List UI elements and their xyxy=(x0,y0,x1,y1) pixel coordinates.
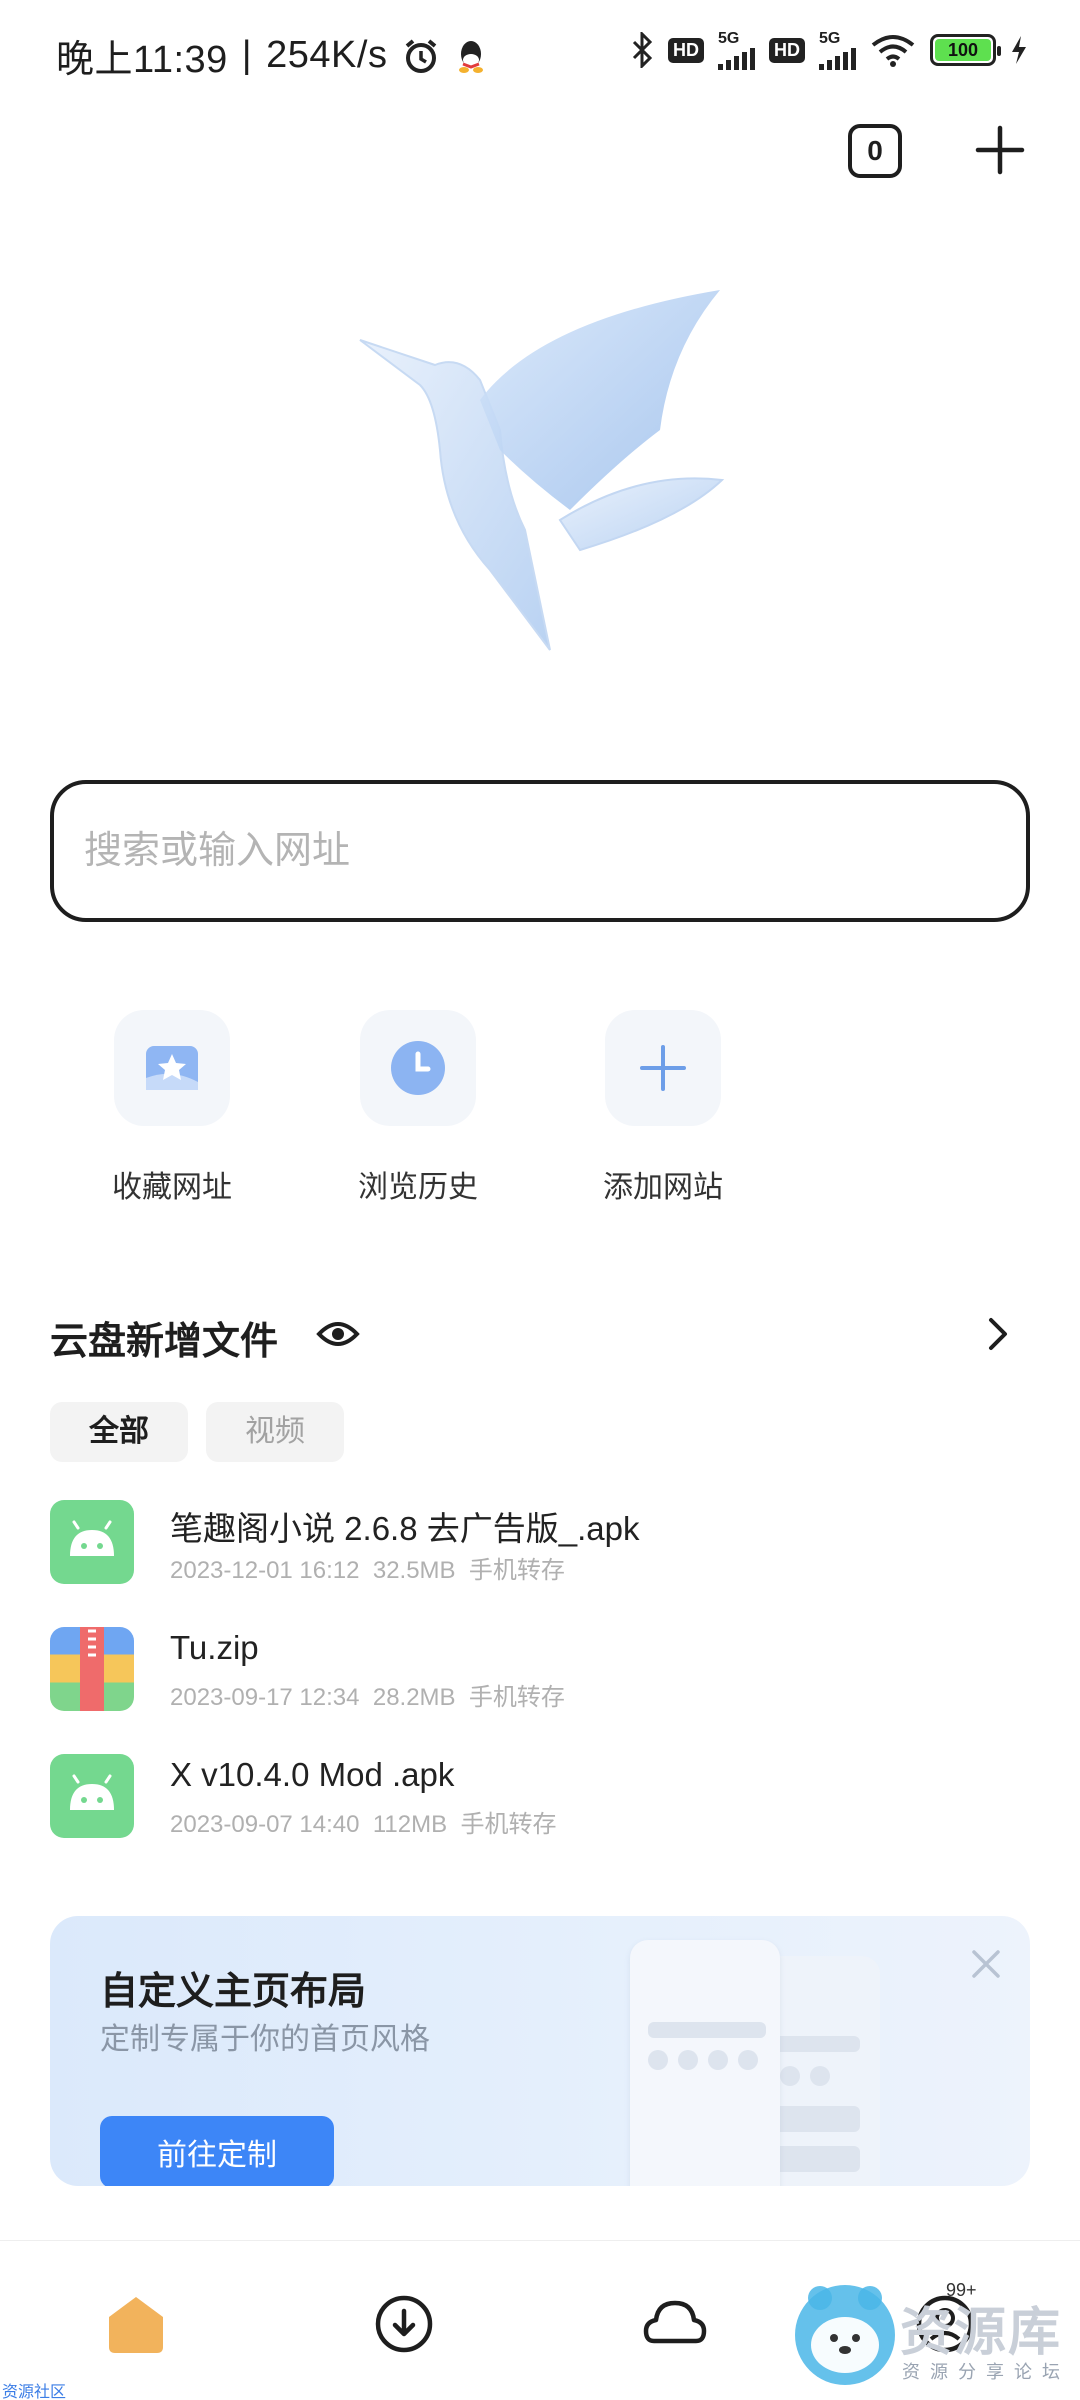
banner-subtitle: 定制专属于你的首页风格 xyxy=(100,2023,430,2056)
watermark-title: 资源库 xyxy=(900,2304,1063,2362)
signal-bars-1-icon xyxy=(718,48,755,70)
customize-banner: 自定义主页布局 定制专属于你的首页风格 前往定制 xyxy=(50,1916,1030,2186)
file-date: 2023-09-07 14:40 xyxy=(170,1811,360,1838)
quick-action-label: 浏览历史 xyxy=(358,1171,478,1204)
file-size: 32.5MB xyxy=(372,1557,456,1584)
chevron-right-icon[interactable] xyxy=(980,1314,1014,1354)
file-meta: 2023-09-07 14:40 112MB 手机转存 xyxy=(170,1804,556,1839)
status-left: 晚上11:39 | 254K/s xyxy=(56,28,487,83)
file-name: Tu.zip xyxy=(170,1629,259,1666)
battery-icon: 100 xyxy=(930,34,1001,66)
quick-action-bookmarks[interactable]: 收藏网址 xyxy=(87,1010,257,1206)
file-size: 112MB xyxy=(372,1811,448,1838)
status-divider: | xyxy=(241,34,253,76)
quick-action-add-site[interactable]: 添加网站 xyxy=(578,1010,748,1206)
file-name: 笔趣阁小说 2.6.8 去广告版_.apk xyxy=(170,1510,640,1547)
file-source: 手机转存 xyxy=(468,1557,565,1584)
search-bar[interactable] xyxy=(50,780,1030,922)
network-type-1: 5G xyxy=(718,30,740,47)
browser-bird-logo xyxy=(359,290,725,651)
watermark-subtitle: 资源分享论坛 xyxy=(902,2362,1070,2382)
signal-bars-2-icon xyxy=(819,48,856,70)
status-speed: 254K/s xyxy=(266,34,388,76)
file-meta: 2023-09-17 12:34 28.2MB 手机转存 xyxy=(170,1677,565,1712)
plus-icon xyxy=(640,1045,686,1091)
cloud-icon[interactable] xyxy=(640,2289,710,2359)
search-input[interactable] xyxy=(84,784,984,918)
cloud-section-title: 云盘新增文件 xyxy=(50,1321,279,1363)
file-size: 28.2MB xyxy=(372,1684,456,1711)
eye-icon[interactable] xyxy=(316,1316,360,1352)
file-meta: 2023-12-01 16:12 32.5MB 手机转存 xyxy=(170,1550,565,1585)
customize-button[interactable]: 前往定制 xyxy=(100,2116,334,2186)
status-bar: 晚上11:39 | 254K/s HD 5G HD 5G 100 xyxy=(0,0,1080,110)
hd-badge-2: HD xyxy=(769,37,805,63)
watermark-corner-text: 资源社区 xyxy=(2,2384,67,2400)
qq-icon xyxy=(459,40,484,73)
file-date: 2023-12-01 16:12 xyxy=(170,1557,360,1584)
tab-counter-button[interactable]: 0 xyxy=(848,124,902,178)
file-row[interactable]: 笔趣阁小说 2.6.8 去广告版_.apk 2023-12-01 16:12 3… xyxy=(50,1500,1030,1600)
network-label-1: 5G xyxy=(718,30,755,70)
quick-action-tile[interactable] xyxy=(360,1010,476,1126)
add-tab-icon[interactable] xyxy=(970,120,1030,180)
file-row[interactable]: X v10.4.0 Mod .apk 2023-09-07 14:40 112M… xyxy=(50,1754,1030,1854)
quick-action-tile[interactable] xyxy=(114,1010,230,1126)
network-label-2: 5G xyxy=(819,30,856,70)
file-date: 2023-09-17 12:34 xyxy=(170,1684,360,1711)
quick-action-history[interactable]: 浏览历史 xyxy=(333,1010,503,1206)
alarm-icon xyxy=(406,38,437,73)
quick-action-label: 收藏网址 xyxy=(112,1171,232,1204)
file-name: X v10.4.0 Mod .apk xyxy=(170,1756,455,1793)
history-clock-icon xyxy=(391,1041,445,1095)
android-apk-icon xyxy=(50,1500,134,1584)
bluetooth-icon xyxy=(632,32,653,68)
file-row[interactable]: Tu.zip 2023-09-17 12:34 28.2MB 手机转存 xyxy=(50,1627,1030,1727)
phone-illustration-front xyxy=(630,1940,780,2186)
chip-all[interactable]: 全部 xyxy=(50,1402,188,1462)
quick-action-tile[interactable] xyxy=(605,1010,721,1126)
hd-badge-1: HD xyxy=(668,37,704,63)
file-source: 手机转存 xyxy=(460,1811,557,1838)
status-right: HD 5G HD 5G 100 xyxy=(630,30,1028,70)
network-type-2: 5G xyxy=(819,30,841,47)
charging-icon xyxy=(1012,36,1026,64)
bookmark-star-icon xyxy=(146,1046,198,1090)
status-time: 晚上11:39 xyxy=(56,39,228,81)
android-apk-icon xyxy=(50,1754,134,1838)
battery-level: 100 xyxy=(935,39,991,61)
chip-video[interactable]: 视频 xyxy=(206,1402,344,1462)
quick-action-label: 添加网站 xyxy=(603,1171,723,1204)
home-icon[interactable] xyxy=(101,2289,171,2359)
close-icon[interactable] xyxy=(968,1946,1004,1982)
banner-title: 自定义主页布局 xyxy=(100,1971,367,2013)
zip-archive-icon xyxy=(50,1627,134,1711)
file-source: 手机转存 xyxy=(468,1684,565,1711)
wifi-icon xyxy=(871,35,915,67)
download-icon[interactable] xyxy=(369,2289,439,2359)
